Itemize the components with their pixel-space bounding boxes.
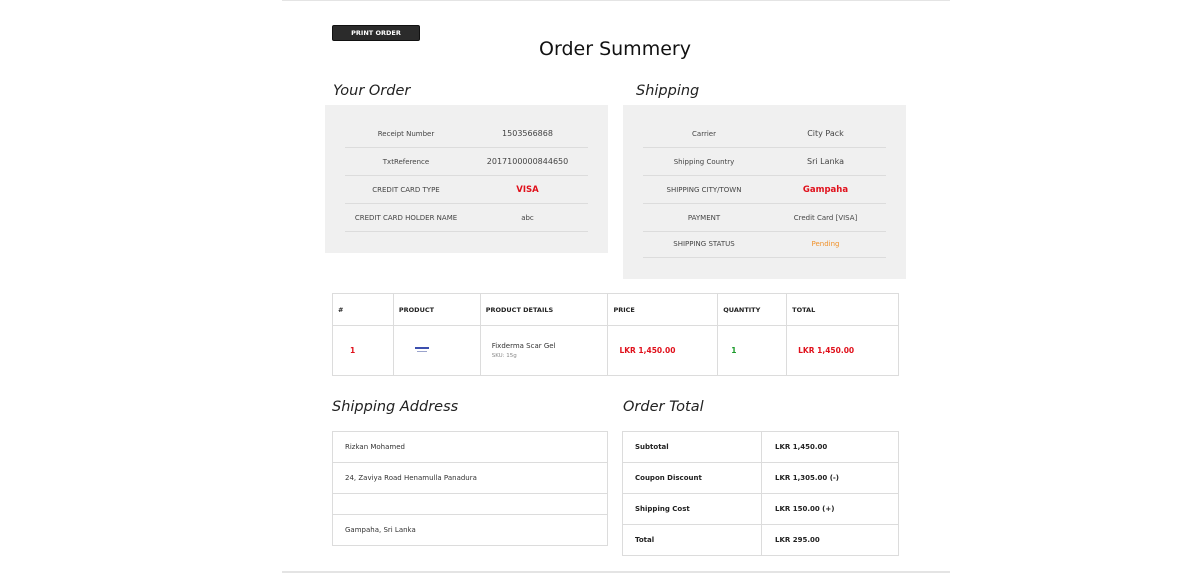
shipping-address-title: Shipping Address xyxy=(332,399,459,415)
info-label: Shipping Country xyxy=(673,158,735,166)
order-items-table: # PRODUCT PRODUCT DETAILS PRICE QUANTITY… xyxy=(332,293,899,376)
total-label: Total xyxy=(622,524,762,556)
info-value: Sri Lanka xyxy=(807,157,844,166)
your-order-title: Your Order xyxy=(333,83,411,99)
order-total-table: Subtotal LKR 1,450.00 Coupon Discount LK… xyxy=(622,431,899,556)
shipping-country-row: Shipping Country Sri Lanka xyxy=(643,148,886,176)
subtotal-row: Subtotal LKR 1,450.00 xyxy=(622,431,899,463)
info-label: SHIPPING CITY/TOWN xyxy=(666,186,742,194)
product-name[interactable]: Fixderma Scar Gel xyxy=(492,342,608,350)
info-value: 1503566868 xyxy=(502,129,553,138)
grand-total-row: Total LKR 295.00 xyxy=(622,524,899,556)
order-total-title: Order Total xyxy=(623,399,704,415)
shipping-address-table: Rizkan Mohamed 24, Zaviya Road Henamulla… xyxy=(332,431,608,546)
column-header: PRODUCT xyxy=(392,293,481,326)
item-price: LKR 1,450.00 xyxy=(607,325,719,376)
card-type-value: VISA xyxy=(516,185,539,195)
total-label: Shipping Cost xyxy=(622,493,762,525)
column-header: QUANTITY xyxy=(717,293,788,326)
page-title: Order Summery xyxy=(539,38,691,60)
total-value: LKR 1,305.00 (-) xyxy=(761,462,899,494)
product-details-cell: Fixderma Scar Gel SKU: 15g xyxy=(479,325,609,376)
total-label: Subtotal xyxy=(622,431,762,463)
item-index: 1 xyxy=(332,325,394,376)
info-value: Credit Card [VISA] xyxy=(793,214,858,222)
shipping-panel: Carrier City Pack Shipping Country Sri L… xyxy=(623,105,906,279)
product-sku: SKU: 15g xyxy=(491,353,517,359)
address-line: 24, Zaviya Road Henamulla Panadura xyxy=(332,462,608,494)
total-value: LKR 150.00 (+) xyxy=(761,493,899,525)
address-line: Rizkan Mohamed xyxy=(332,431,608,463)
top-divider xyxy=(282,0,950,1)
shipping-cost-row: Shipping Cost LKR 150.00 (+) xyxy=(622,493,899,525)
info-label: SHIPPING STATUS xyxy=(673,240,735,248)
credit-card-type-row: CREDIT CARD TYPE VISA xyxy=(345,176,588,204)
info-value: 2017100000844650 xyxy=(486,157,569,166)
your-order-panel: Receipt Number 1503566868 TxtReference 2… xyxy=(325,105,608,253)
product-thumbnail-cell[interactable] xyxy=(392,325,481,376)
info-label: CREDIT CARD TYPE xyxy=(372,186,440,194)
shipping-status-row: SHIPPING STATUS Pending xyxy=(643,230,886,258)
info-value: City Pack xyxy=(807,129,844,138)
table-header-row: # PRODUCT PRODUCT DETAILS PRICE QUANTITY… xyxy=(332,293,899,326)
product-thumbnail[interactable] xyxy=(414,347,429,353)
info-label: Carrier xyxy=(692,130,716,138)
column-header: TOTAL xyxy=(786,293,899,326)
coupon-discount-row: Coupon Discount LKR 1,305.00 (-) xyxy=(622,462,899,494)
info-value: abc xyxy=(521,214,534,222)
total-value: LKR 1,450.00 xyxy=(761,431,899,463)
column-header: PRICE xyxy=(607,293,719,326)
item-total: LKR 1,450.00 xyxy=(786,325,899,376)
shipping-title: Shipping xyxy=(636,83,700,99)
address-line: Gampaha, Sri Lanka xyxy=(332,514,608,546)
receipt-number-row: Receipt Number 1503566868 xyxy=(345,120,588,148)
address-line xyxy=(332,493,608,515)
status-badge: Pending xyxy=(811,240,840,248)
shipping-city-row: SHIPPING CITY/TOWN Gampaha xyxy=(643,176,886,204)
info-label: PAYMENT xyxy=(687,214,721,222)
city-value: Gampaha xyxy=(802,185,849,195)
card-holder-row: CREDIT CARD HOLDER NAME abc xyxy=(345,204,588,232)
total-value: LKR 295.00 xyxy=(761,524,899,556)
column-header: PRODUCT DETAILS xyxy=(479,293,609,326)
info-label: CREDIT CARD HOLDER NAME xyxy=(354,214,458,222)
column-header: # xyxy=(332,293,394,326)
item-quantity: 1 xyxy=(717,325,788,376)
info-label: Receipt Number xyxy=(377,130,435,138)
total-label: Coupon Discount xyxy=(622,462,762,494)
txt-reference-row: TxtReference 2017100000844650 xyxy=(345,148,588,176)
payment-row: PAYMENT Credit Card [VISA] xyxy=(643,204,886,232)
carrier-row: Carrier City Pack xyxy=(643,120,886,148)
info-label: TxtReference xyxy=(382,158,430,166)
table-row: 1 Fixderma Scar Gel SKU: 15g LKR 1,450.0… xyxy=(332,325,899,376)
